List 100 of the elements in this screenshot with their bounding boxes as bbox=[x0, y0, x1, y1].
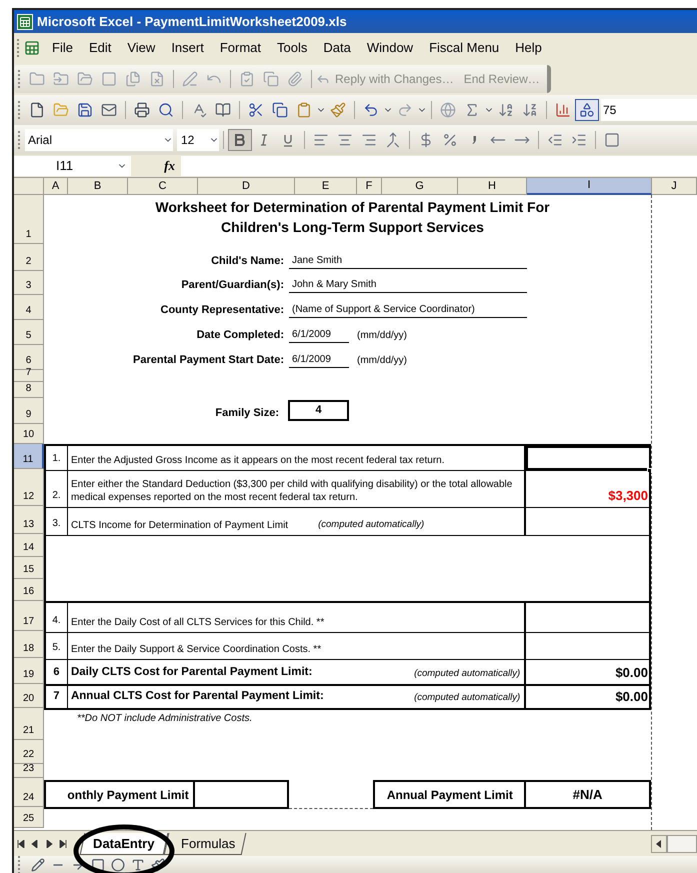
zoom-field[interactable]: 75 bbox=[601, 99, 697, 121]
field-label: Parental Payment Start Date: bbox=[132, 352, 284, 368]
column-header[interactable]: I bbox=[527, 178, 652, 195]
date-format-hint: (mm/dd/yy) bbox=[357, 354, 407, 368]
field-value[interactable]: Jane Smith bbox=[289, 253, 527, 269]
item-description: Annual CLTS Cost for Parental Payment Limit: bbox=[70, 688, 324, 704]
field-label: Date Completed: bbox=[196, 328, 284, 342]
menu-item[interactable]: View bbox=[119, 38, 164, 58]
font-size-field[interactable]: 12 bbox=[177, 129, 219, 151]
window-title: Microsoft Excel - PaymentLimitWorksheet2009.xls bbox=[37, 12, 347, 31]
row-header[interactable]: 7 bbox=[14, 370, 44, 382]
row-header[interactable]: 23 bbox=[14, 764, 44, 778]
field-value[interactable]: 6/1/2009 bbox=[289, 327, 349, 343]
field-value[interactable]: John & Mary Smith bbox=[289, 277, 527, 293]
value-cell[interactable]: $0.00 bbox=[526, 660, 651, 684]
family-size-field[interactable]: 4 bbox=[288, 400, 349, 421]
column-header[interactable]: H bbox=[458, 178, 527, 195]
row-header[interactable]: 19 bbox=[14, 658, 44, 684]
cell-value: $0.00 bbox=[615, 664, 648, 682]
item-description: Enter the Daily Support & Service Coordination Costs. ** bbox=[70, 643, 322, 656]
computed-note: (computed automatically) bbox=[414, 666, 520, 681]
menu-item[interactable]: File bbox=[44, 38, 81, 58]
horizontal-scrollbar[interactable] bbox=[667, 834, 697, 852]
monthly-limit-cell[interactable] bbox=[194, 780, 289, 809]
formula-input[interactable] bbox=[181, 156, 697, 176]
drawing-tool-icon[interactable] bbox=[31, 858, 45, 872]
column-header[interactable]: F bbox=[357, 178, 382, 195]
fill-handle[interactable] bbox=[647, 468, 652, 473]
row-header[interactable]: 16 bbox=[14, 579, 44, 601]
menu-item[interactable]: Format bbox=[212, 38, 269, 58]
row-header[interactable]: 11 bbox=[14, 444, 44, 469]
column-header[interactable]: A bbox=[44, 178, 68, 195]
row-header[interactable]: 13 bbox=[14, 506, 44, 534]
drawing-icon[interactable] bbox=[575, 99, 599, 121]
menu-item[interactable]: Help bbox=[507, 38, 550, 58]
item-number: 7 bbox=[44, 686, 68, 708]
row-header[interactable]: 24 bbox=[14, 778, 44, 807]
row-header[interactable]: 1 bbox=[14, 195, 44, 244]
row-header[interactable]: 14 bbox=[14, 534, 44, 557]
drawing-tool-icon[interactable] bbox=[111, 858, 125, 872]
annual-limit-label: Annual Payment Limit bbox=[373, 780, 526, 809]
field-value[interactable]: (Name of Support & Service Coordinator) bbox=[289, 302, 527, 318]
column-header[interactable]: C bbox=[128, 178, 198, 195]
underline-icon bbox=[283, 134, 293, 146]
value-cell[interactable]: $0.00 bbox=[526, 686, 651, 708]
column-header[interactable]: E bbox=[295, 178, 357, 195]
footnote: **Do NOT include Administrative Costs. bbox=[77, 712, 252, 726]
computed-note: (computed automatically) bbox=[318, 518, 424, 532]
row-header[interactable]: 3 bbox=[14, 271, 44, 295]
column-header[interactable]: D bbox=[198, 178, 295, 195]
sheet-tab[interactable]: Formulas bbox=[164, 832, 247, 854]
menu-item[interactable]: Insert bbox=[163, 38, 212, 58]
row-header[interactable]: 22 bbox=[14, 740, 44, 764]
row-header[interactable]: 15 bbox=[14, 557, 44, 579]
row-header[interactable]: 17 bbox=[14, 601, 44, 631]
menu-item[interactable]: Window bbox=[358, 38, 422, 58]
drawing-tool-icon[interactable] bbox=[151, 858, 165, 872]
menu-item[interactable]: Data bbox=[315, 38, 359, 58]
row-header[interactable]: 25 bbox=[14, 807, 44, 828]
row-header[interactable]: 18 bbox=[14, 631, 44, 658]
name-box[interactable]: I11 bbox=[14, 156, 131, 176]
bold-icon bbox=[235, 134, 245, 146]
column-header[interactable]: J bbox=[652, 178, 697, 195]
item-description: Enter the Adjusted Gross Income as it appears on the most recent federal tax return. bbox=[70, 454, 444, 467]
select-all-corner[interactable] bbox=[14, 178, 44, 195]
row-header[interactable]: 10 bbox=[14, 424, 44, 444]
menu-item[interactable]: Edit bbox=[80, 38, 120, 58]
field-label: Child's Name: bbox=[210, 254, 284, 268]
menu-item[interactable]: Tools bbox=[269, 38, 316, 58]
row-header[interactable]: 8 bbox=[14, 382, 44, 398]
row-header[interactable]: 2 bbox=[14, 244, 44, 271]
item-description: Enter the Daily Cost of all CLTS Services for this Child. ** bbox=[70, 616, 324, 629]
computed-note: (computed automatically) bbox=[414, 690, 520, 705]
font-field[interactable]: Arial bbox=[25, 129, 173, 151]
menu-item[interactable]: Fiscal Menu bbox=[421, 38, 508, 58]
row-header[interactable]: 5 bbox=[14, 320, 44, 345]
row-header[interactable]: 21 bbox=[14, 708, 44, 740]
field-label: Family Size: bbox=[214, 406, 279, 420]
row-header[interactable]: 4 bbox=[14, 295, 44, 320]
bold-button[interactable] bbox=[228, 129, 252, 151]
item-description: Daily CLTS Cost for Parental Payment Limit: bbox=[70, 664, 312, 680]
column-header[interactable]: B bbox=[68, 178, 128, 195]
item-number: 2. bbox=[44, 471, 68, 507]
annual-limit-value[interactable]: #N/A bbox=[526, 780, 652, 809]
cell-value: $3,300 bbox=[608, 486, 648, 504]
field-value[interactable]: 6/1/2009 bbox=[289, 352, 349, 368]
value-cell[interactable] bbox=[526, 446, 651, 470]
worksheet-title: Worksheet for Determination of Parental Payment Limit For bbox=[155, 198, 550, 217]
scroll-left-icon[interactable] bbox=[651, 834, 667, 852]
column-header[interactable]: G bbox=[382, 178, 458, 195]
value-cell[interactable]: $3,300 bbox=[526, 471, 651, 507]
row-header[interactable]: 9 bbox=[14, 398, 44, 424]
item-number: 4. bbox=[44, 603, 68, 632]
row-header[interactable]: 12 bbox=[14, 469, 44, 506]
item-number: 5. bbox=[44, 633, 68, 659]
field-label: County Representative: bbox=[160, 302, 284, 318]
drawing-tool-icon[interactable] bbox=[91, 858, 105, 872]
row-header[interactable]: 20 bbox=[14, 684, 44, 708]
drawing-tool-icon[interactable] bbox=[131, 858, 145, 872]
insert-function-button[interactable]: fx bbox=[131, 156, 181, 176]
